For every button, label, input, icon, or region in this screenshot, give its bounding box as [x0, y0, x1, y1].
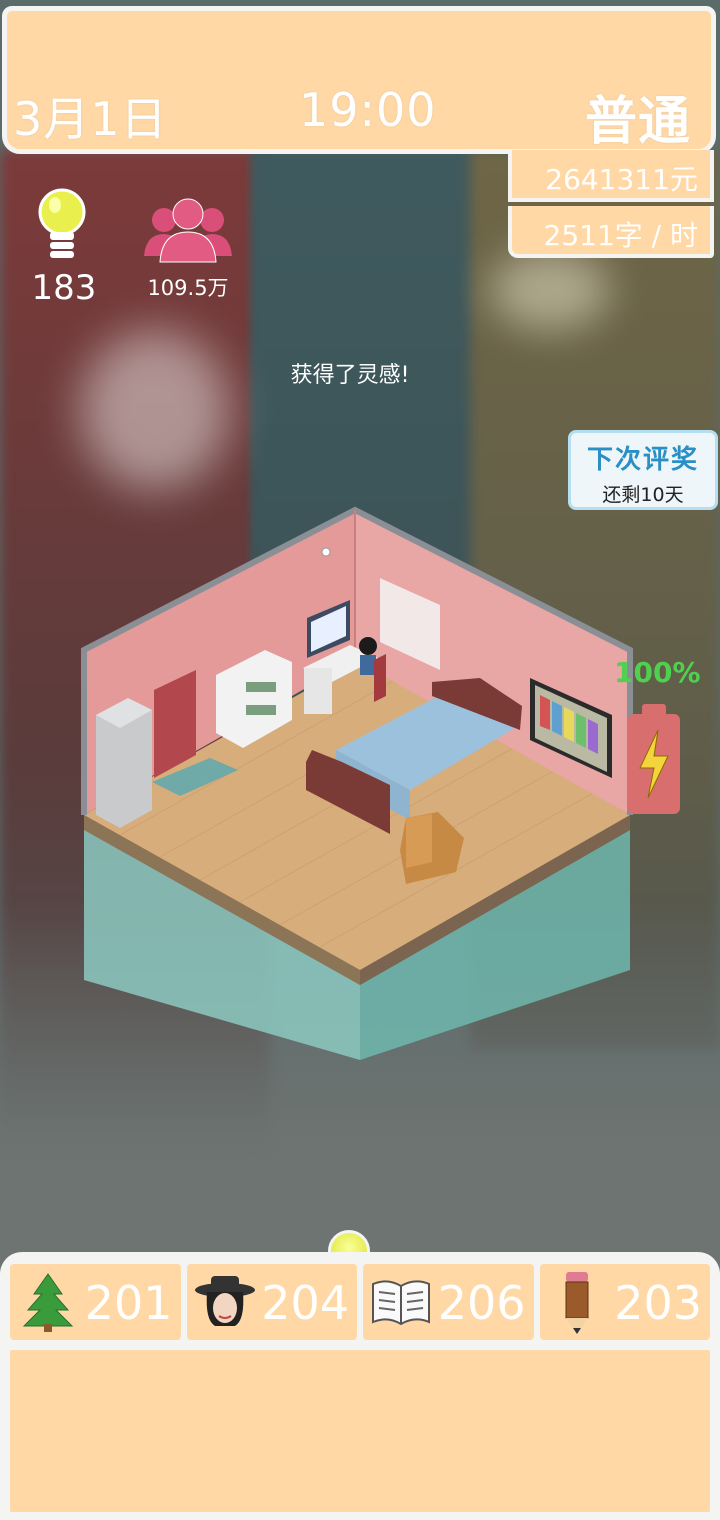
tab-story[interactable]: 206 — [363, 1264, 534, 1340]
open-book-icon — [372, 1280, 430, 1326]
energy-percent: 100% — [614, 656, 701, 689]
award-countdown-button[interactable]: 下次评奖 还剩10天 — [568, 430, 718, 510]
tab-character[interactable]: 204 — [186, 1264, 357, 1340]
tab-value: 206 — [437, 1276, 526, 1330]
inspiration-count: 183 — [31, 268, 97, 308]
writer-character[interactable] — [359, 637, 377, 655]
tab-value: 203 — [614, 1276, 702, 1330]
writing-speed-display: 2511字 / 时 — [508, 206, 714, 258]
top-status-bar: 3月1日 19:00 普通 — [2, 6, 716, 154]
isometric-room[interactable] — [60, 500, 660, 1060]
pencil-icon — [565, 1272, 588, 1334]
wall-clock — [321, 547, 331, 557]
difficulty-label[interactable]: 普通 — [585, 79, 691, 154]
tab-nature[interactable]: 201 — [10, 1264, 181, 1340]
tab-value: 201 — [84, 1276, 173, 1330]
tab-writing[interactable]: 203 — [539, 1264, 710, 1340]
tab-content-area[interactable] — [10, 1350, 710, 1512]
bottom-panel: 201 204 206 203 — [0, 1252, 720, 1520]
desk-chair[interactable] — [374, 654, 386, 702]
hat-woman-icon — [194, 1276, 255, 1326]
energy-battery-icon[interactable] — [626, 704, 682, 816]
tab-value: 204 — [261, 1276, 349, 1330]
lightbulb-icon[interactable] — [34, 188, 90, 268]
time-display: 19:00 — [299, 83, 437, 137]
inspiration-notification: 获得了灵感! — [290, 363, 410, 388]
award-title: 下次评奖 — [586, 445, 699, 475]
money-display: 2641311元 — [508, 150, 714, 202]
date-display: 3月1日 — [13, 92, 168, 146]
fans-count: 109.5万 — [147, 276, 229, 300]
tree-icon — [22, 1273, 74, 1332]
fans-icon[interactable] — [142, 196, 234, 266]
attribute-tabs: 201 204 206 203 — [10, 1264, 710, 1340]
